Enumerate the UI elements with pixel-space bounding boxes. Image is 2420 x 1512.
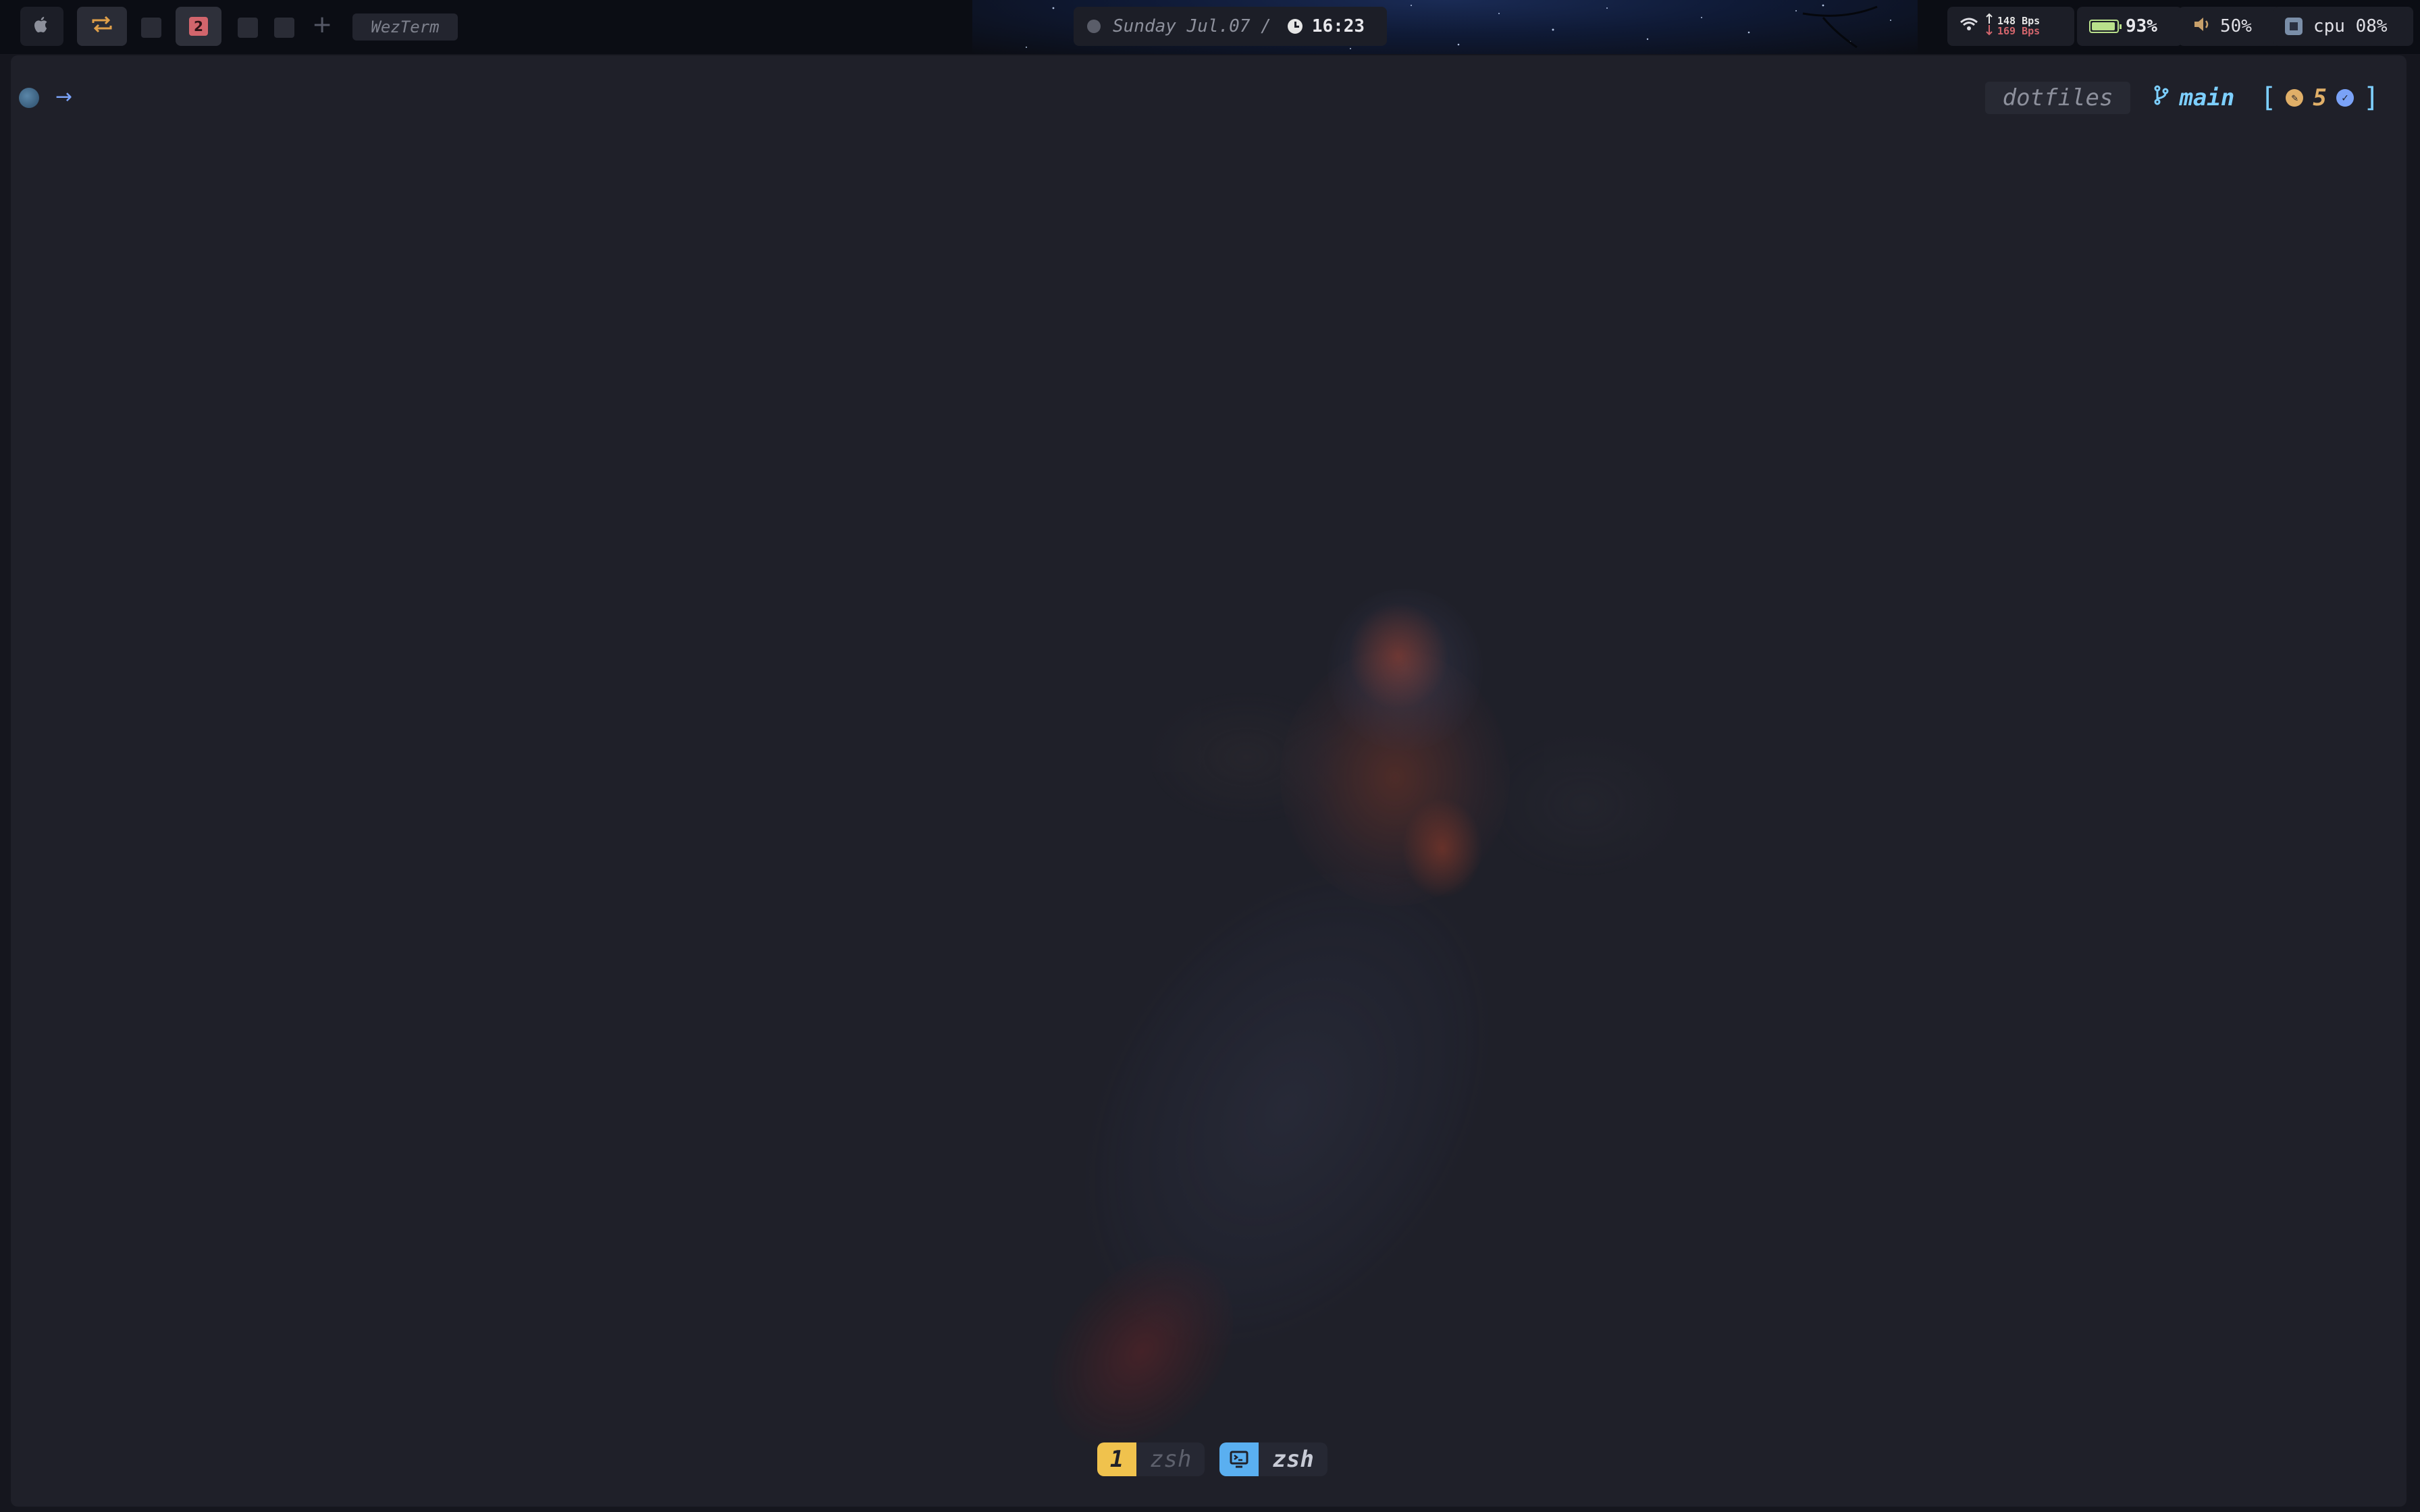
- git-check-icon: ✓: [2336, 89, 2354, 107]
- globe-icon: [19, 88, 39, 108]
- date-label: Sunday Jul.07 /: [1113, 16, 1271, 36]
- apple-menu-button[interactable]: [20, 7, 63, 46]
- volume-label: 50%: [2220, 16, 2252, 36]
- network-widget[interactable]: 148 Bps 169 Bps: [1947, 7, 2074, 46]
- tab-bar: 1 zsh zsh: [1097, 1441, 1342, 1478]
- tab-title: zsh: [1259, 1442, 1327, 1476]
- terminal-icon: [1219, 1442, 1259, 1476]
- front-app-label[interactable]: WezTerm: [352, 14, 458, 40]
- tab-title: zsh: [1136, 1442, 1205, 1476]
- volume-widget[interactable]: 50%: [2178, 7, 2281, 46]
- background-sea-angel-image: [1002, 447, 1800, 1484]
- workspace-3[interactable]: [238, 18, 258, 38]
- cpu-label: cpu 08%: [2313, 16, 2388, 36]
- net-arrows-icon: [1985, 13, 1993, 40]
- terminal-window[interactable]: → dotfiles main [ ✎ 5 ✓ ] 1 zsh zsh: [11, 55, 2406, 1507]
- date-time-widget[interactable]: Sunday Jul.07 / 16:23: [1074, 7, 1387, 46]
- workspace-1[interactable]: [141, 18, 161, 38]
- cpu-icon: [2285, 18, 2303, 35]
- menu-bar: 2 + WezTerm Sunday Jul.07 / 16:23 148 Bp…: [0, 0, 2420, 54]
- net-download-label: 169 Bps: [1997, 25, 2041, 37]
- battery-widget[interactable]: 93%: [2077, 7, 2182, 46]
- directory-label: dotfiles: [1984, 82, 2131, 114]
- clock-icon: [1287, 19, 1303, 34]
- right-prompt: dotfiles main [ ✎ 5 ✓ ]: [1984, 80, 2379, 116]
- workspace-2-badge: 2: [189, 17, 208, 36]
- wifi-icon: [1959, 16, 1978, 36]
- sync-button[interactable]: [77, 7, 127, 46]
- git-bracket-close: ]: [2363, 82, 2379, 113]
- workspace-4[interactable]: [274, 18, 294, 38]
- sync-icon: [90, 15, 113, 38]
- calendar-icon: [1087, 20, 1101, 33]
- cpu-widget[interactable]: cpu 08%: [2273, 7, 2413, 46]
- tab-index: 1: [1097, 1442, 1136, 1476]
- git-branch-label: main: [2179, 84, 2235, 111]
- tab-1[interactable]: 1 zsh: [1097, 1441, 1205, 1478]
- git-modified-count: 5: [2313, 84, 2327, 111]
- git-modified-icon: ✎: [2286, 89, 2304, 107]
- battery-label: 93%: [2126, 16, 2157, 36]
- volume-icon: [2193, 16, 2212, 37]
- git-bracket-open: [: [2260, 82, 2277, 113]
- time-label: 16:23: [1311, 16, 1365, 36]
- add-space-button[interactable]: +: [312, 11, 332, 38]
- git-branch-icon: [2153, 85, 2169, 111]
- prompt-arrow: →: [55, 85, 73, 109]
- battery-icon: [2089, 20, 2122, 33]
- tab-2[interactable]: zsh: [1219, 1441, 1327, 1478]
- workspace-2[interactable]: 2: [176, 7, 221, 46]
- apple-icon: [34, 15, 50, 38]
